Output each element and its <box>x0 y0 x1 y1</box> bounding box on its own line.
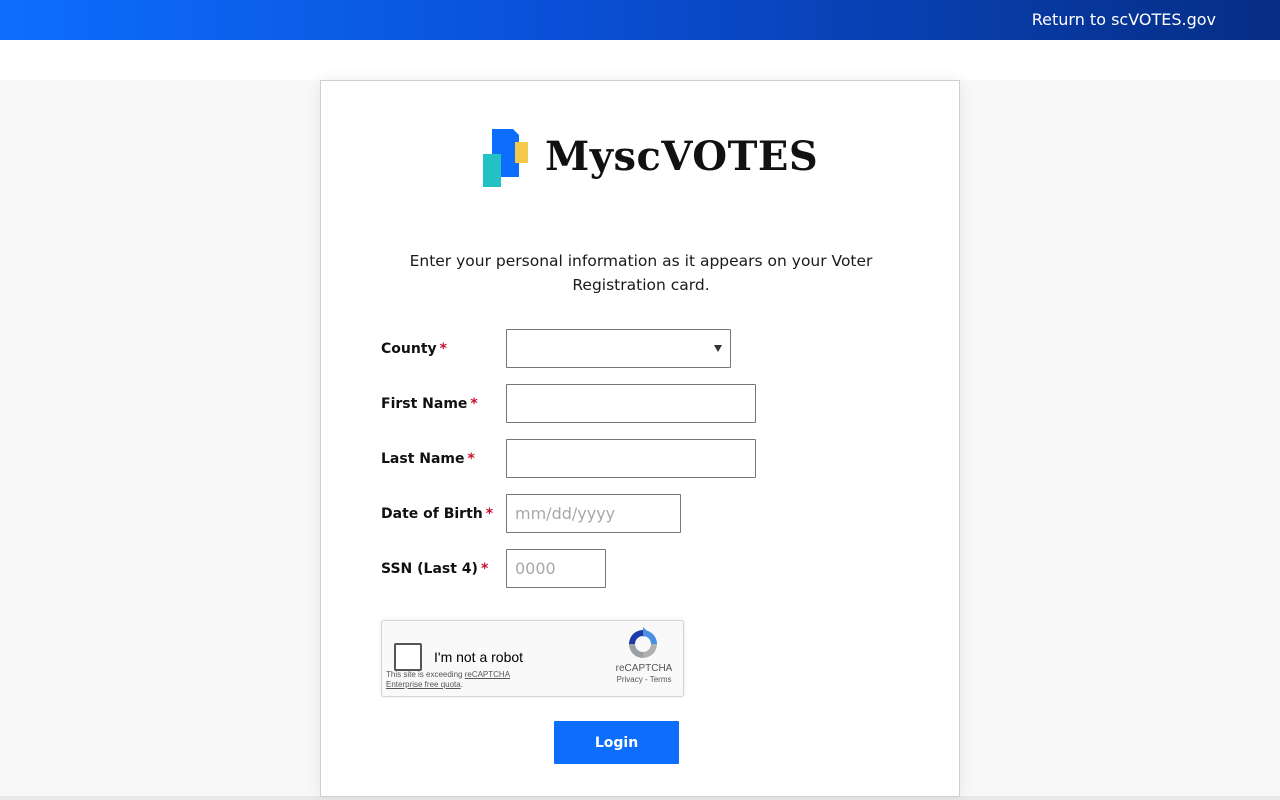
dob-input[interactable] <box>506 494 681 533</box>
required-marker: * <box>480 561 489 577</box>
ssn-row: SSN (Last 4) * <box>381 549 921 589</box>
dob-label: Date of Birth * <box>381 506 494 522</box>
first-name-row: First Name * <box>381 384 921 424</box>
required-marker: * <box>470 396 478 412</box>
return-to-scvotes-link[interactable]: Return to scVOTES.gov <box>1032 0 1216 40</box>
recaptcha-privacy-link[interactable]: Privacy <box>617 675 643 684</box>
last-name-input[interactable] <box>506 439 756 478</box>
required-marker: * <box>485 506 494 522</box>
recaptcha-terms-link[interactable]: Terms <box>650 675 672 684</box>
county-select[interactable] <box>506 329 731 368</box>
recaptcha-label: I'm not a robot <box>434 649 524 665</box>
recaptcha-brand: reCAPTCHA <box>615 663 673 674</box>
ssn-input[interactable] <box>506 549 606 588</box>
county-row: County * <box>381 329 921 369</box>
ssn-label: SSN (Last 4) * <box>381 561 489 577</box>
recaptcha-logo-icon <box>629 627 657 658</box>
county-label: County * <box>381 341 447 357</box>
top-banner: Return to scVOTES.gov <box>0 0 1280 40</box>
last-name-row: Last Name * <box>381 439 921 479</box>
recaptcha-quota-warning: This site is exceeding reCAPTCHA Enterpr… <box>386 670 511 689</box>
login-card: MyscVOTES Enter your personal informatio… <box>320 80 960 797</box>
first-name-label: First Name * <box>381 396 478 412</box>
required-marker: * <box>439 341 447 357</box>
instructions-text: Enter your personal information as it ap… <box>409 252 873 294</box>
recaptcha-checkbox[interactable] <box>394 643 422 671</box>
required-marker: * <box>467 451 475 467</box>
login-button[interactable]: Login <box>554 721 679 764</box>
first-name-input[interactable] <box>506 384 756 423</box>
dob-row: Date of Birth * <box>381 494 921 534</box>
dropdown-arrow-icon <box>714 345 722 352</box>
recaptcha-widget: I'm not a robot This site is exceeding r… <box>381 620 684 697</box>
recaptcha-link-separator: - <box>642 675 650 684</box>
recaptcha-links: Privacy - Terms <box>604 675 684 684</box>
logo-text: MyscVOTES <box>545 133 819 180</box>
myscvotes-logo: MyscVOTES <box>483 128 818 188</box>
last-name-label: Last Name * <box>381 451 475 467</box>
logo-mark-icon <box>483 129 528 187</box>
